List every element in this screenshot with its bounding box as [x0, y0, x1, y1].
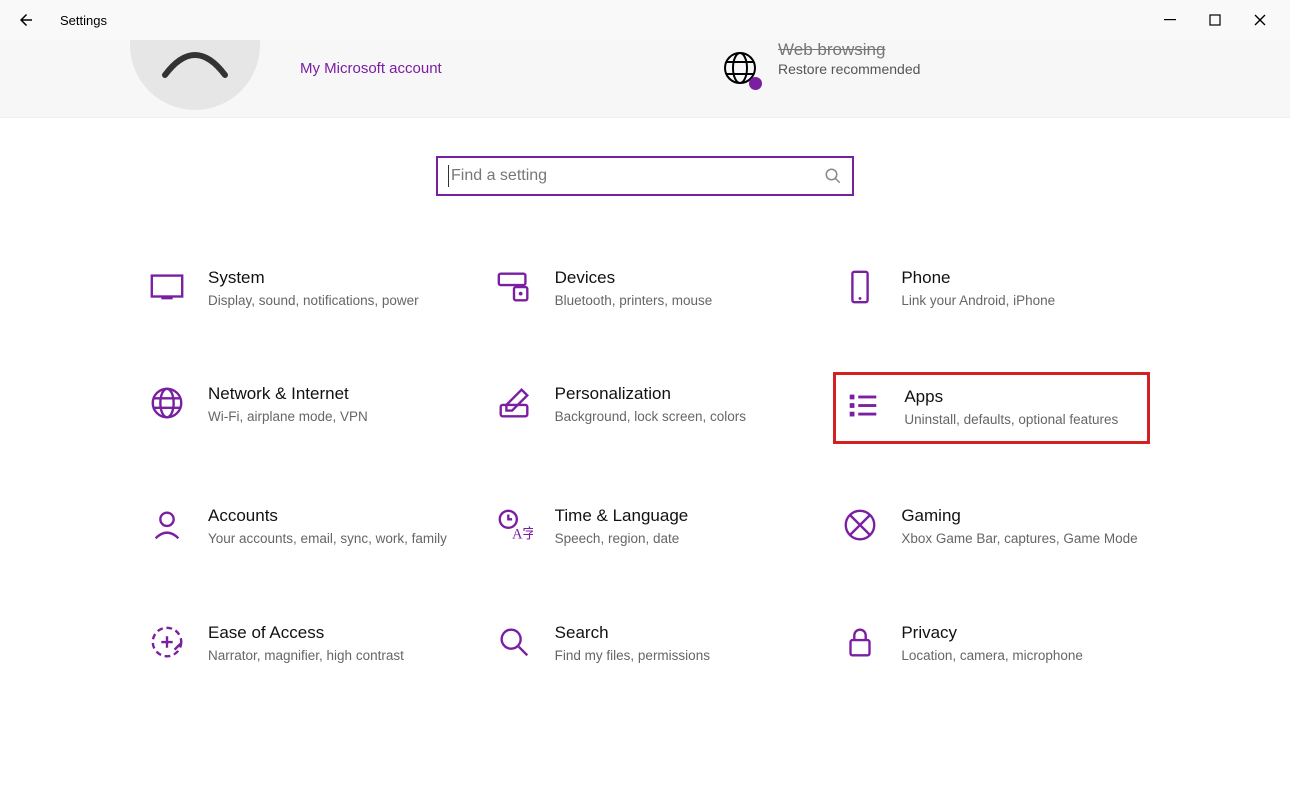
- maximize-icon: [1209, 14, 1221, 26]
- minimize-icon: [1164, 14, 1176, 26]
- person-icon: [130, 40, 260, 110]
- account-header: My Microsoft account Web browsing Restor…: [0, 40, 1290, 118]
- tile-system[interactable]: System Display, sound, notifications, pow…: [140, 256, 457, 322]
- tile-title: Search: [555, 623, 710, 643]
- tile-title: Devices: [555, 268, 713, 288]
- tile-title: System: [208, 268, 419, 288]
- devices-icon: [495, 268, 533, 306]
- tile-title: Gaming: [901, 506, 1137, 526]
- close-button[interactable]: [1237, 5, 1282, 35]
- apps-icon: [844, 387, 882, 425]
- search-input[interactable]: [451, 167, 824, 185]
- tile-desc: Your accounts, email, sync, work, family: [208, 530, 447, 548]
- phone-icon: [841, 268, 879, 306]
- tile-apps[interactable]: Apps Uninstall, defaults, optional featur…: [833, 372, 1150, 444]
- paint-icon: [495, 384, 533, 422]
- tile-time-language[interactable]: A字 Time & Language Speech, region, date: [487, 494, 804, 560]
- maximize-button[interactable]: [1192, 5, 1237, 35]
- xbox-icon: [841, 506, 879, 544]
- tile-privacy[interactable]: Privacy Location, camera, microphone: [833, 611, 1150, 677]
- search-icon: [824, 167, 842, 185]
- tile-gaming[interactable]: Gaming Xbox Game Bar, captures, Game Mode: [833, 494, 1150, 560]
- web-browsing-title: Web browsing: [778, 40, 920, 60]
- tile-desc: Wi-Fi, airplane mode, VPN: [208, 408, 368, 426]
- tile-desc: Speech, region, date: [555, 530, 689, 548]
- search-input-wrapper[interactable]: [436, 156, 854, 196]
- settings-grid: System Display, sound, notifications, pow…: [140, 256, 1150, 677]
- back-button[interactable]: [8, 2, 44, 38]
- tile-title: Privacy: [901, 623, 1083, 643]
- tile-title: Personalization: [555, 384, 746, 404]
- tile-title: Time & Language: [555, 506, 689, 526]
- text-cursor: [448, 165, 449, 187]
- tile-desc: Location, camera, microphone: [901, 647, 1083, 665]
- person-icon: [148, 506, 186, 544]
- tile-network[interactable]: Network & Internet Wi-Fi, airplane mode, …: [140, 372, 457, 444]
- titlebar: Settings: [0, 0, 1290, 40]
- web-browsing-subtitle: Restore recommended: [778, 60, 920, 79]
- my-microsoft-account-link[interactable]: My Microsoft account: [300, 60, 442, 77]
- tile-desc: Display, sound, notifications, power: [208, 292, 419, 310]
- svg-text:A字: A字: [512, 526, 533, 543]
- tile-desc: Find my files, permissions: [555, 647, 710, 665]
- globe-icon: [148, 384, 186, 422]
- tile-ease-of-access[interactable]: Ease of Access Narrator, magnifier, high …: [140, 611, 457, 677]
- tile-title: Accounts: [208, 506, 447, 526]
- ease-of-access-icon: [148, 623, 186, 661]
- arrow-left-icon: [17, 11, 35, 29]
- avatar: [130, 40, 260, 110]
- tile-title: Ease of Access: [208, 623, 404, 643]
- tile-title: Apps: [904, 387, 1118, 407]
- window-title: Settings: [60, 13, 107, 28]
- tile-title: Network & Internet: [208, 384, 368, 404]
- tile-desc: Bluetooth, printers, mouse: [555, 292, 713, 310]
- minimize-button[interactable]: [1147, 5, 1192, 35]
- tile-personalization[interactable]: Personalization Background, lock screen, …: [487, 372, 804, 444]
- tile-title: Phone: [901, 268, 1055, 288]
- system-icon: [148, 268, 186, 306]
- tile-desc: Background, lock screen, colors: [555, 408, 746, 426]
- web-browsing-block[interactable]: Web browsing Restore recommended: [720, 40, 920, 88]
- tile-search[interactable]: Search Find my files, permissions: [487, 611, 804, 677]
- tile-devices[interactable]: Devices Bluetooth, printers, mouse: [487, 256, 804, 322]
- tile-phone[interactable]: Phone Link your Android, iPhone: [833, 256, 1150, 322]
- close-icon: [1254, 14, 1266, 26]
- tile-accounts[interactable]: Accounts Your accounts, email, sync, work…: [140, 494, 457, 560]
- tile-desc: Narrator, magnifier, high contrast: [208, 647, 404, 665]
- search-icon: [495, 623, 533, 661]
- status-dot-icon: [749, 77, 762, 90]
- tile-desc: Xbox Game Bar, captures, Game Mode: [901, 530, 1137, 548]
- tile-desc: Link your Android, iPhone: [901, 292, 1055, 310]
- time-language-icon: A字: [495, 506, 533, 544]
- tile-desc: Uninstall, defaults, optional features: [904, 411, 1118, 429]
- lock-icon: [841, 623, 879, 661]
